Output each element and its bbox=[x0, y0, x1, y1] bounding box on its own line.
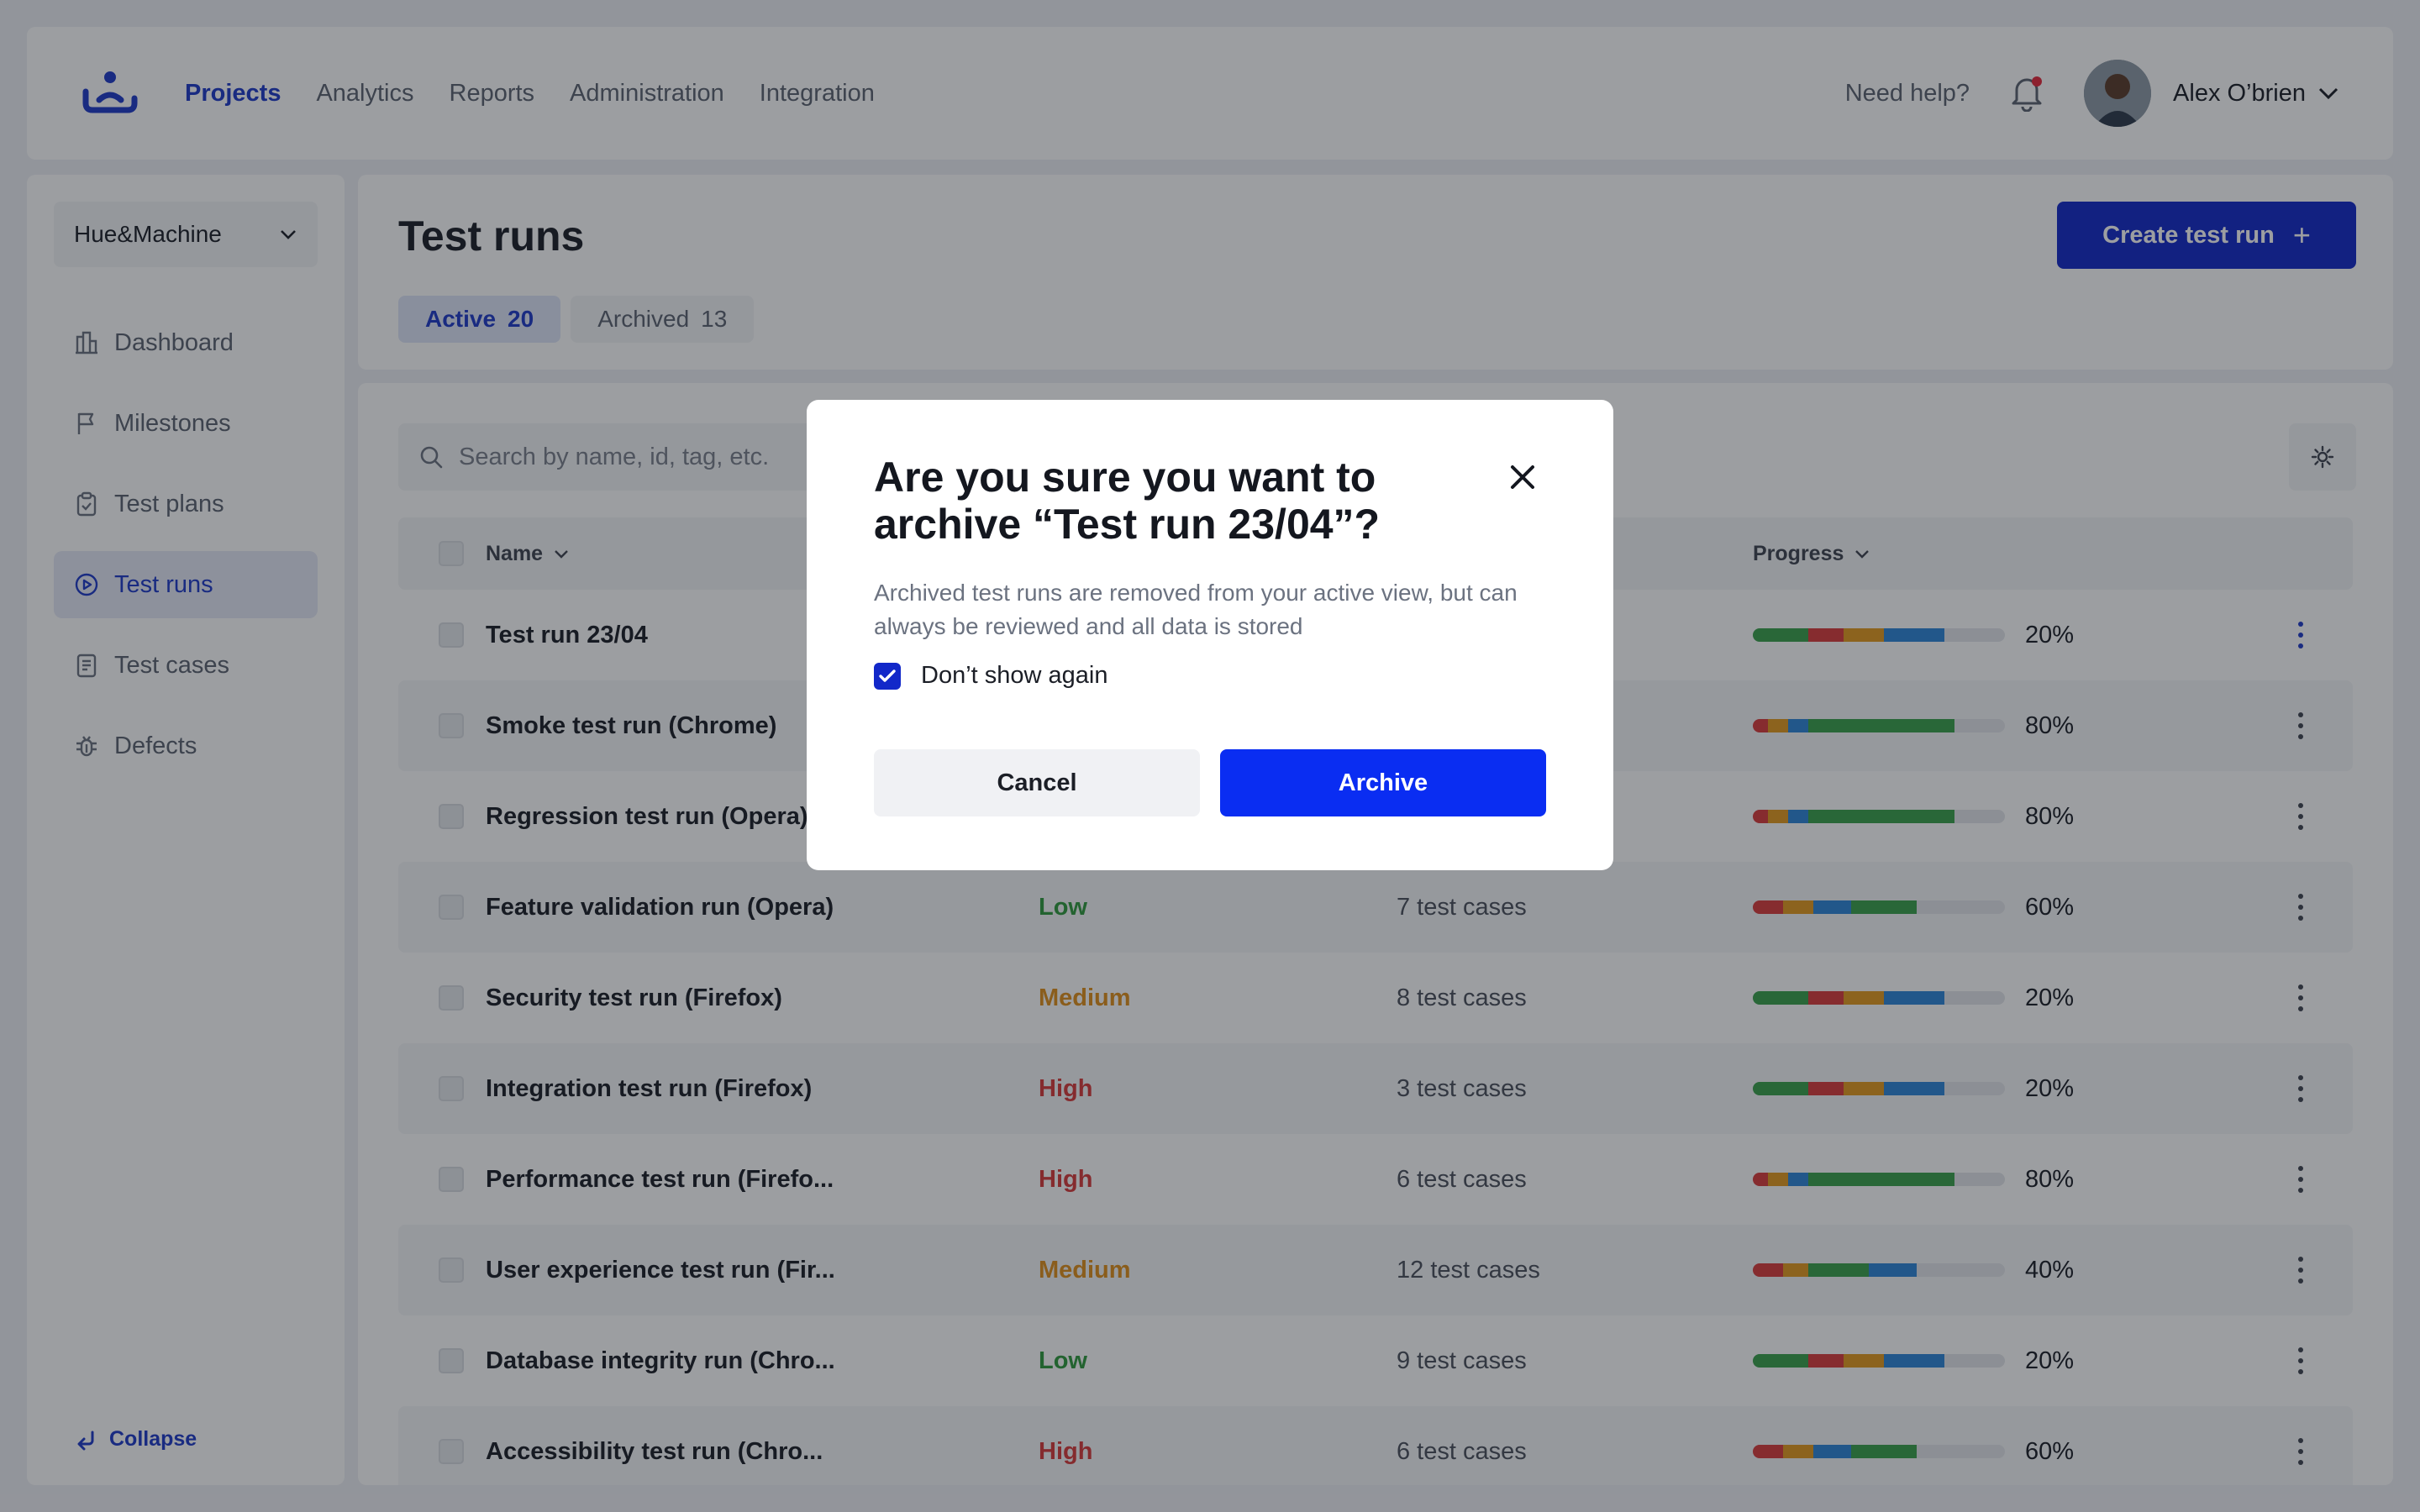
dialog-actions: Cancel Archive bbox=[874, 749, 1546, 816]
dont-show-again-row[interactable]: Don’t show again bbox=[874, 662, 1546, 690]
dont-show-again-checkbox[interactable] bbox=[874, 662, 901, 690]
close-icon[interactable] bbox=[1506, 460, 1539, 494]
archive-button[interactable]: Archive bbox=[1220, 749, 1546, 816]
dialog-title: Are you sure you want to archive “Test r… bbox=[874, 454, 1381, 548]
archive-confirm-dialog: Are you sure you want to archive “Test r… bbox=[807, 400, 1613, 870]
checkmark-icon bbox=[879, 669, 896, 682]
dialog-description: Archived test runs are removed from your… bbox=[874, 580, 1518, 639]
cancel-button[interactable]: Cancel bbox=[874, 749, 1200, 816]
dont-show-again-label: Don’t show again bbox=[921, 662, 1108, 689]
